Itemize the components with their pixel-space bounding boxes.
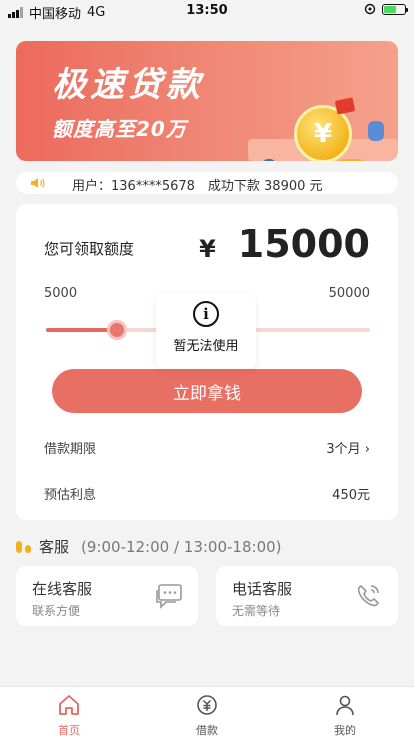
unavailable-toast: i 暂无法使用 [156, 293, 256, 369]
coin-stack-illustration [338, 159, 364, 161]
chat-icon [156, 584, 182, 609]
bottom-tab-bar: 首页 借款 我的 [0, 686, 414, 736]
amount-value: 15000 [237, 222, 370, 266]
loan-term-row[interactable]: 借款期限 3个月 › [44, 438, 370, 457]
battery-icon [382, 3, 408, 15]
info-icon: i [193, 301, 219, 327]
promo-banner[interactable]: 极速贷款 额度高至20万 ¥ [16, 41, 398, 161]
customer-service-title: 客服 [39, 538, 70, 556]
banner-title: 极速贷款 [52, 65, 204, 105]
phone-service-title: 电话客服 [232, 580, 293, 598]
currency-symbol: ¥ [199, 235, 216, 263]
loan-term-value[interactable]: 3个月 › [326, 438, 370, 457]
red-envelope-icon [334, 97, 356, 115]
customer-service-header: 客服 (9:00-12:00 / 13:00-18:00) [16, 536, 282, 557]
range-min-label: 5000 [44, 286, 78, 301]
tab-loan-label: 借款 [196, 724, 218, 736]
user-icon [336, 695, 354, 716]
interest-label: 预估利息 [44, 488, 97, 503]
orientation-lock-icon [364, 3, 376, 15]
online-service-subtitle: 联系方便 [32, 604, 81, 618]
status-right [364, 3, 408, 15]
get-money-button[interactable]: 立即拿钱 [52, 369, 362, 413]
tab-mine-label: 我的 [334, 724, 356, 736]
home-icon [59, 695, 79, 715]
section-marker-icon [16, 540, 31, 553]
tab-home[interactable]: 首页 [34, 693, 104, 736]
phone-service-card[interactable]: 电话客服 无需等待 [216, 566, 398, 626]
range-max-label: 50000 [328, 286, 370, 301]
quota-amount: ¥ 15000 [199, 222, 370, 266]
toast-message: 暂无法使用 [173, 339, 239, 354]
tab-loan[interactable]: 借款 [172, 693, 242, 736]
loan-term-label: 借款期限 [44, 442, 97, 457]
status-bar: 中国移动 4G 13:50 [0, 0, 414, 22]
interest-row: 预估利息 450元 [44, 484, 370, 503]
online-service-title: 在线客服 [32, 580, 93, 598]
online-service-card[interactable]: 在线客服 联系方便 [16, 566, 198, 626]
interest-value: 450元 [332, 488, 370, 503]
chevron-right-icon: › [364, 442, 370, 457]
notice-text: 用户：136****5678 成功下款 38900 元 [72, 179, 323, 194]
loan-icon [197, 695, 217, 715]
service-hours: (9:00-12:00 / 13:00-18:00) [81, 537, 282, 556]
tab-mine[interactable]: 我的 [310, 693, 380, 736]
tab-home-label: 首页 [58, 724, 80, 736]
banner-subtitle: 额度高至20万 [52, 117, 187, 141]
quota-label: 您可领取额度 [44, 240, 135, 258]
slider-thumb[interactable] [107, 320, 128, 340]
phone-service-subtitle: 无需等待 [232, 604, 281, 618]
loan-term-text: 3个月 [326, 442, 361, 457]
speaker-icon [31, 178, 45, 188]
phone-icon [357, 585, 379, 607]
clock: 13:50 [186, 3, 228, 18]
figure-illustration [368, 121, 384, 141]
notice-bar: 用户：136****5678 成功下款 38900 元 [16, 172, 398, 194]
